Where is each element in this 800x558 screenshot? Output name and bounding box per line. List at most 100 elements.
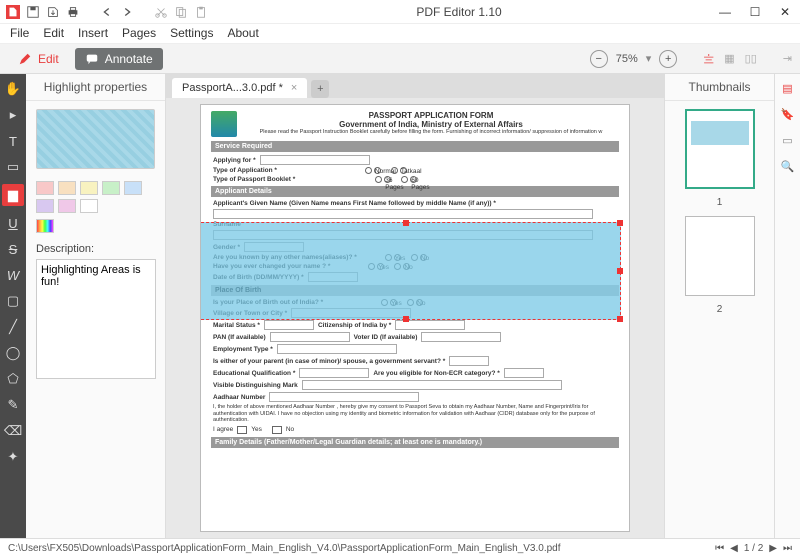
- select-tool[interactable]: ▸: [4, 106, 22, 124]
- agree-no-checkbox[interactable]: [272, 426, 282, 434]
- ellipse-tool[interactable]: ◯: [4, 344, 22, 362]
- menu-insert[interactable]: Insert: [78, 26, 108, 41]
- agree-yes-checkbox[interactable]: [237, 426, 247, 434]
- radio-60[interactable]: 60 Pages: [401, 176, 417, 183]
- squiggly-tool[interactable]: W: [4, 266, 22, 284]
- color-swatch[interactable]: [102, 181, 120, 195]
- color-swatch[interactable]: [36, 181, 54, 195]
- zoom-out-button[interactable]: −: [590, 50, 608, 68]
- title-bar: PDF Editor 1.10 — ☐ ✕: [0, 0, 800, 24]
- cut-icon[interactable]: [154, 5, 168, 19]
- eraser-tool[interactable]: ⌫: [4, 422, 22, 440]
- zoom-value: 75%: [616, 53, 638, 65]
- given-name-field[interactable]: [213, 209, 593, 219]
- color-swatch[interactable]: [80, 199, 98, 213]
- bookmarks-tab-icon[interactable]: 🔖: [780, 106, 796, 122]
- thumbnails-tab-icon[interactable]: ▤: [780, 80, 796, 96]
- attachments-tab-icon[interactable]: ▭: [780, 132, 796, 148]
- note-tool[interactable]: ▭: [4, 158, 22, 176]
- status-bar: C:\Users\FX505\Downloads\PassportApplica…: [0, 538, 800, 558]
- export-icon[interactable]: [46, 5, 60, 19]
- print-icon[interactable]: [66, 5, 80, 19]
- description-label: Description:: [26, 235, 165, 259]
- zoom-in-button[interactable]: +: [659, 50, 677, 68]
- paste-icon[interactable]: [194, 5, 208, 19]
- thumbnail-2[interactable]: [685, 216, 755, 296]
- thumbnail-1[interactable]: [685, 109, 755, 189]
- form-instructions: Please read the Passport Instruction Boo…: [243, 129, 619, 135]
- prev-page-button[interactable]: ◀: [730, 543, 738, 554]
- radio-normal[interactable]: Normal: [365, 167, 381, 174]
- undo-icon[interactable]: [100, 5, 114, 19]
- color-swatch[interactable]: [58, 199, 76, 213]
- properties-panel: Highlight properties Description:: [26, 74, 166, 538]
- split-view-icon[interactable]: 〨: [703, 51, 714, 67]
- underline-tool[interactable]: U: [4, 214, 22, 232]
- highlight-preview: [36, 109, 155, 169]
- color-swatch[interactable]: [124, 181, 142, 195]
- voter-field[interactable]: [421, 332, 501, 342]
- next-page-button[interactable]: ▶: [769, 543, 777, 554]
- collapse-panel-icon[interactable]: ⇥: [783, 52, 792, 65]
- annotate-mode-button[interactable]: Annotate: [75, 48, 163, 70]
- copy-icon[interactable]: [174, 5, 188, 19]
- pencil-tool[interactable]: ✎: [4, 396, 22, 414]
- color-swatch[interactable]: [36, 199, 54, 213]
- highlight-tool[interactable]: ▆: [2, 184, 24, 206]
- color-swatch[interactable]: [80, 181, 98, 195]
- menu-about[interactable]: About: [227, 26, 258, 41]
- document-tab[interactable]: PassportA...3.0.pdf * ×: [172, 78, 307, 98]
- color-swatches: [26, 177, 165, 217]
- description-input[interactable]: [36, 259, 156, 379]
- zoom-dropdown-icon[interactable]: ▾: [646, 52, 652, 65]
- ecr-field[interactable]: [504, 368, 544, 378]
- hand-tool[interactable]: ✋: [4, 80, 22, 98]
- page-view-icon[interactable]: ▯▯: [745, 52, 757, 65]
- marital-field[interactable]: [264, 320, 314, 330]
- highlight-selection[interactable]: [200, 222, 621, 320]
- menu-settings[interactable]: Settings: [170, 26, 213, 41]
- pan-field[interactable]: [270, 332, 350, 342]
- page-indicator: 1 / 2: [744, 543, 763, 554]
- edu-field[interactable]: [299, 368, 369, 378]
- add-tab-button[interactable]: +: [311, 80, 329, 98]
- maximize-button[interactable]: ☐: [740, 5, 770, 19]
- tool-strip: ✋ ▸ T ▭ ▆ U S W ▢ ╱ ◯ ⬠ ✎ ⌫ ✦: [0, 74, 26, 538]
- redo-icon[interactable]: [120, 5, 134, 19]
- ribbon: Edit Annotate − 75% ▾ + 〨 ▦ ▯▯ ⇥: [0, 44, 800, 74]
- document-area: PassportA...3.0.pdf * × + PASSPORT APPLI…: [166, 74, 664, 538]
- text-tool[interactable]: T: [4, 132, 22, 150]
- first-page-button[interactable]: ⏮: [715, 543, 724, 554]
- marks-field[interactable]: [302, 380, 562, 390]
- emp-field[interactable]: [277, 344, 397, 354]
- stamp-tool[interactable]: ✦: [4, 448, 22, 466]
- pencil-icon: [18, 52, 32, 66]
- menu-file[interactable]: File: [10, 26, 29, 41]
- grid-view-icon[interactable]: ▦: [724, 52, 734, 65]
- pdf-page[interactable]: PASSPORT APPLICATION FORM Government of …: [200, 104, 630, 532]
- rect-tool[interactable]: ▢: [4, 292, 22, 310]
- strike-tool[interactable]: S: [4, 240, 22, 258]
- aadhaar-field[interactable]: [269, 392, 419, 402]
- close-button[interactable]: ✕: [770, 5, 800, 19]
- last-page-button[interactable]: ⏭: [783, 543, 792, 554]
- menu-edit[interactable]: Edit: [43, 26, 64, 41]
- polygon-tool[interactable]: ⬠: [4, 370, 22, 388]
- minimize-button[interactable]: —: [710, 5, 740, 19]
- save-icon[interactable]: [26, 5, 40, 19]
- section-family: Family Details (Father/Mother/Legal Guar…: [211, 437, 619, 448]
- right-tool-strip: ▤ 🔖 ▭ 🔍: [774, 74, 800, 538]
- parent-field[interactable]: [449, 356, 489, 366]
- line-tool[interactable]: ╱: [4, 318, 22, 336]
- color-swatch[interactable]: [58, 181, 76, 195]
- app-title: PDF Editor 1.10: [208, 5, 710, 19]
- edit-mode-button[interactable]: Edit: [8, 48, 69, 70]
- menu-pages[interactable]: Pages: [122, 26, 156, 41]
- close-tab-icon[interactable]: ×: [291, 82, 297, 94]
- applying-for-field[interactable]: [260, 155, 370, 165]
- zoom-controls: − 75% ▾ +: [590, 50, 678, 68]
- radio-tatkaal[interactable]: Tatkaal: [391, 167, 407, 174]
- radio-36[interactable]: 36 Pages: [375, 176, 391, 183]
- rainbow-swatch[interactable]: [36, 219, 54, 233]
- search-tab-icon[interactable]: 🔍: [780, 158, 796, 174]
